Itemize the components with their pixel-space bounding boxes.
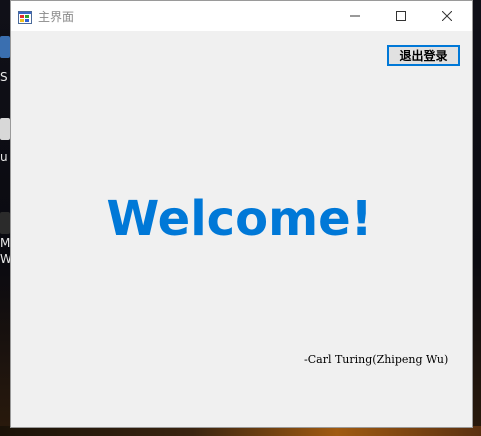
close-icon <box>442 11 452 21</box>
title-bar[interactable]: 主界面 <box>11 1 472 31</box>
desktop-shortcut-label-fragment: M <box>0 236 11 250</box>
welcome-heading: Welcome! <box>106 191 373 247</box>
minimize-button[interactable] <box>332 1 378 31</box>
main-window: 主界面 退出登录 Welcome! -Carl Turing(Zhipeng W… <box>10 0 473 428</box>
desktop-shortcut-label-fragment: S <box>0 70 8 84</box>
window-title: 主界面 <box>38 10 75 24</box>
maximize-button[interactable] <box>378 1 424 31</box>
winforms-app-icon <box>18 9 32 24</box>
author-signature: -Carl Turing(Zhipeng Wu) <box>304 353 449 366</box>
desktop-shortcut-icon[interactable] <box>0 36 10 58</box>
desktop-shortcut-icon[interactable] <box>0 212 10 234</box>
desktop-shortcut-label-fragment: u <box>0 150 8 164</box>
minimize-icon <box>350 15 360 17</box>
desktop-shortcut-icon[interactable] <box>0 118 10 140</box>
client-area: 退出登录 Welcome! -Carl Turing(Zhipeng Wu) <box>11 31 472 427</box>
maximize-icon <box>396 11 406 21</box>
desktop-background: S u M W 主界面 退出登录 Welcome! -Carl Turing(Z… <box>0 0 481 436</box>
logout-button[interactable]: 退出登录 <box>387 45 460 66</box>
close-button[interactable] <box>424 1 470 31</box>
